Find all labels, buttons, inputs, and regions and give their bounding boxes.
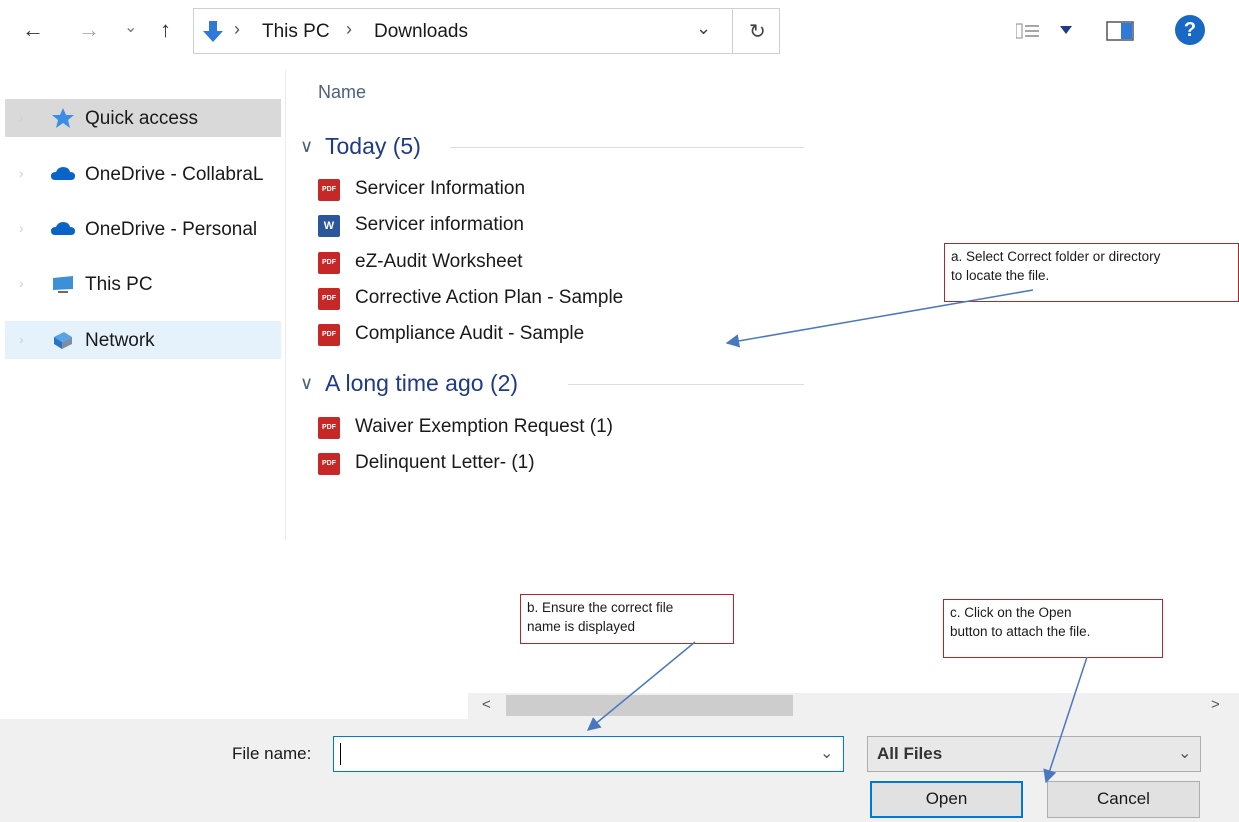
annotation-text: name is displayed	[527, 619, 636, 634]
file-type-select[interactable]: All Files ⌄	[867, 736, 1201, 772]
file-name: Compliance Audit - Sample	[355, 323, 585, 344]
pdf-file-icon: PDF	[318, 288, 340, 310]
text-cursor	[340, 743, 341, 765]
address-bar[interactable]: › This PC › Downloads ⌄ ↻	[193, 8, 780, 54]
expand-chevron-icon[interactable]: ›	[19, 275, 24, 291]
file-name: Delinquent Letter- (1)	[355, 452, 535, 473]
expand-chevron-icon[interactable]: ›	[19, 331, 24, 347]
annotation-note-a: a. Select Correct folder or directory to…	[944, 243, 1239, 302]
breadcrumb-downloads[interactable]: Downloads	[374, 21, 468, 43]
chevron-down-icon[interactable]: ⌄	[820, 743, 833, 763]
pdf-file-icon: PDF	[318, 417, 340, 439]
scrollbar-thumb[interactable]	[506, 695, 793, 716]
chevron-down-icon: ⌄	[1178, 745, 1192, 762]
breadcrumb-this-pc[interactable]: This PC	[262, 21, 330, 43]
address-divider	[732, 9, 733, 53]
file-name: Waiver Exemption Request (1)	[355, 416, 614, 437]
cloud-icon	[51, 222, 75, 235]
sidebar-item-network[interactable]: › Network	[5, 321, 281, 359]
group-divider	[450, 147, 804, 148]
help-icon[interactable]: ?	[1175, 15, 1205, 45]
group-collapse-chevron-icon[interactable]: ∨	[300, 136, 313, 157]
expand-chevron-icon[interactable]: ›	[19, 109, 24, 125]
word-file-icon: W	[318, 215, 340, 237]
sidebar-item-onedrive-personal[interactable]: › OneDrive - Personal	[5, 210, 281, 248]
star-icon	[52, 108, 74, 128]
column-header-name[interactable]: Name	[318, 82, 366, 103]
horizontal-scrollbar[interactable]: < >	[468, 693, 1239, 719]
file-name-input[interactable]: ⌄	[333, 736, 844, 772]
cancel-button[interactable]: Cancel	[1047, 781, 1200, 818]
file-name: Servicer information	[355, 214, 524, 235]
file-name: eZ-Audit Worksheet	[355, 251, 523, 272]
refresh-button[interactable]: ↻	[749, 19, 766, 44]
sidebar-item-quick-access[interactable]: › Quick access	[5, 99, 281, 137]
sidebar-item-label: Quick access	[85, 108, 198, 129]
sidebar-item-label: OneDrive - CollabraL	[85, 164, 264, 185]
annotation-text: b. Ensure the correct file	[527, 600, 674, 615]
group-heading-today[interactable]: Today (5)	[325, 133, 421, 160]
open-button[interactable]: Open	[870, 781, 1023, 818]
preview-pane-icon[interactable]	[1106, 20, 1134, 42]
group-heading-long-ago[interactable]: A long time ago (2)	[325, 370, 518, 397]
dialog-footer: File name: ⌄ All Files ⌄ Open Cancel	[0, 719, 1239, 822]
up-button[interactable]: ↑	[160, 18, 171, 42]
annotation-text: c. Click on the Open	[950, 605, 1072, 620]
recent-locations-button[interactable]: ⌄	[124, 16, 137, 40]
downloads-arrow-icon	[203, 21, 223, 42]
back-button[interactable]: ←	[22, 18, 44, 42]
annotation-note-c: c. Click on the Open button to attach th…	[943, 599, 1163, 658]
view-options-icon[interactable]	[1016, 22, 1040, 40]
pdf-file-icon: PDF	[318, 453, 340, 475]
pane-divider	[285, 70, 286, 540]
sidebar-item-this-pc[interactable]: › This PC	[5, 265, 281, 303]
computer-icon	[53, 276, 73, 293]
breadcrumb-separator: ›	[346, 19, 352, 39]
pdf-file-icon: PDF	[318, 252, 340, 274]
scroll-right-button[interactable]: >	[1211, 696, 1220, 713]
annotation-text: button to attach the file.	[950, 624, 1091, 639]
annotation-note-b: b. Ensure the correct file name is displ…	[520, 594, 734, 644]
pdf-file-icon: PDF	[318, 324, 340, 346]
breadcrumb-separator: ›	[234, 19, 240, 39]
file-name: Servicer Information	[355, 178, 526, 199]
scroll-left-button[interactable]: <	[482, 696, 491, 713]
expand-chevron-icon[interactable]: ›	[19, 165, 24, 181]
view-dropdown-icon[interactable]	[1060, 26, 1072, 34]
address-dropdown-button[interactable]: ⌄	[696, 18, 711, 39]
file-type-value: All Files	[877, 744, 943, 763]
file-name: Corrective Action Plan - Sample	[355, 287, 624, 308]
annotation-text: a. Select Correct folder or directory	[951, 249, 1161, 264]
pdf-file-icon: PDF	[318, 179, 340, 201]
annotation-text: to locate the file.	[951, 268, 1050, 283]
network-icon	[54, 332, 72, 349]
expand-chevron-icon[interactable]: ›	[19, 220, 24, 236]
sidebar-item-onedrive-collabral[interactable]: › OneDrive - CollabraL	[5, 155, 281, 193]
sidebar-item-label: OneDrive - Personal	[85, 219, 258, 240]
forward-button[interactable]: →	[78, 18, 100, 42]
sidebar-item-label: This PC	[85, 274, 153, 295]
sidebar-item-label: Network	[85, 330, 155, 351]
file-name-label: File name:	[232, 744, 312, 763]
cloud-icon	[51, 167, 75, 180]
group-collapse-chevron-icon[interactable]: ∨	[300, 373, 313, 394]
group-divider	[568, 384, 804, 385]
